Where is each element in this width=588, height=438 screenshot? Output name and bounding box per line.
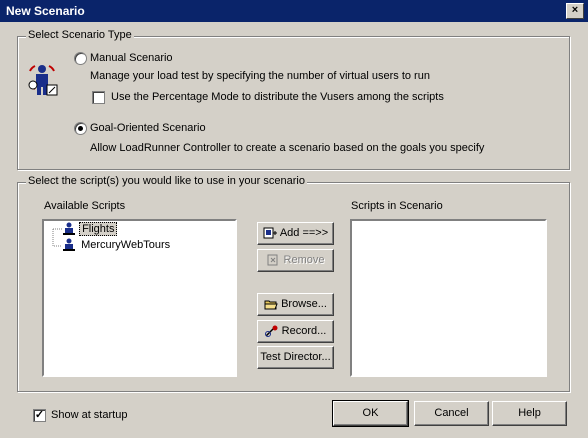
- window-title: New Scenario: [6, 4, 85, 18]
- percentage-mode-label[interactable]: Use the Percentage Mode to distribute th…: [111, 91, 444, 103]
- script-item-flights[interactable]: Flights: [62, 221, 118, 236]
- add-button[interactable]: Add ==>>: [257, 222, 334, 245]
- checkmark-icon: ✓: [34, 409, 45, 421]
- scripts-in-scenario-list[interactable]: [350, 219, 547, 377]
- test-director-button[interactable]: Test Director...: [257, 346, 334, 369]
- remove-script-icon: [267, 254, 278, 266]
- title-bar: New Scenario ×: [0, 0, 588, 22]
- test-director-button-label: Test Director...: [260, 351, 331, 363]
- cancel-button-label: Cancel: [434, 407, 469, 419]
- help-button[interactable]: Help: [492, 401, 567, 426]
- vuser-script-icon: [63, 238, 75, 251]
- show-at-startup-label[interactable]: Show at startup: [51, 409, 127, 421]
- new-scenario-dialog: New Scenario × Select Scenario Type Manu…: [0, 0, 588, 438]
- browse-button-label: Browse...: [281, 298, 327, 310]
- record-icon: [264, 325, 278, 338]
- close-icon: ×: [571, 4, 579, 16]
- available-scripts-list[interactable]: Flights MercuryWebTours: [42, 219, 237, 377]
- add-script-icon: [263, 227, 277, 239]
- scripts-group-title: Select the script(s) you would like to u…: [26, 175, 307, 187]
- script-item-mercurywebtours[interactable]: MercuryWebTours: [62, 238, 172, 252]
- cancel-button[interactable]: Cancel: [414, 401, 489, 426]
- scenario-type-group: Select Scenario Type Manual Scenario Man…: [17, 29, 570, 170]
- browse-button[interactable]: Browse...: [257, 293, 334, 316]
- scenario-type-group-title: Select Scenario Type: [26, 29, 134, 41]
- script-name: MercuryWebTours: [81, 238, 171, 251]
- record-button-label: Record...: [281, 325, 327, 337]
- goal-oriented-description: Allow LoadRunner Controller to create a …: [90, 142, 485, 154]
- remove-button-label: Remove: [283, 254, 325, 266]
- available-scripts-label: Available Scripts: [44, 200, 126, 212]
- scripts-group: Select the script(s) you would like to u…: [17, 175, 570, 392]
- manual-scenario-label[interactable]: Manual Scenario: [90, 52, 173, 64]
- vuser-script-icon: [63, 222, 75, 235]
- script-name: Flights: [79, 221, 118, 236]
- help-button-label: Help: [518, 407, 541, 419]
- percentage-mode-checkbox[interactable]: [92, 91, 105, 104]
- scenario-wizard-icon: [27, 63, 59, 97]
- add-button-label: Add ==>>: [279, 227, 329, 239]
- manual-scenario-radio[interactable]: [74, 52, 87, 65]
- goal-oriented-radio[interactable]: [74, 122, 87, 135]
- show-at-startup-checkbox[interactable]: ✓: [33, 409, 46, 422]
- folder-icon: [264, 300, 278, 310]
- ok-button-label: OK: [362, 407, 379, 419]
- manual-scenario-description: Manage your load test by specifying the …: [90, 70, 430, 82]
- scripts-in-scenario-label: Scripts in Scenario: [351, 200, 443, 212]
- radio-selected-dot: [78, 126, 83, 131]
- remove-button[interactable]: Remove: [257, 249, 334, 272]
- close-button[interactable]: ×: [566, 3, 584, 19]
- record-button[interactable]: Record...: [257, 320, 334, 343]
- goal-oriented-label[interactable]: Goal-Oriented Scenario: [90, 122, 206, 134]
- ok-button[interactable]: OK: [332, 400, 409, 427]
